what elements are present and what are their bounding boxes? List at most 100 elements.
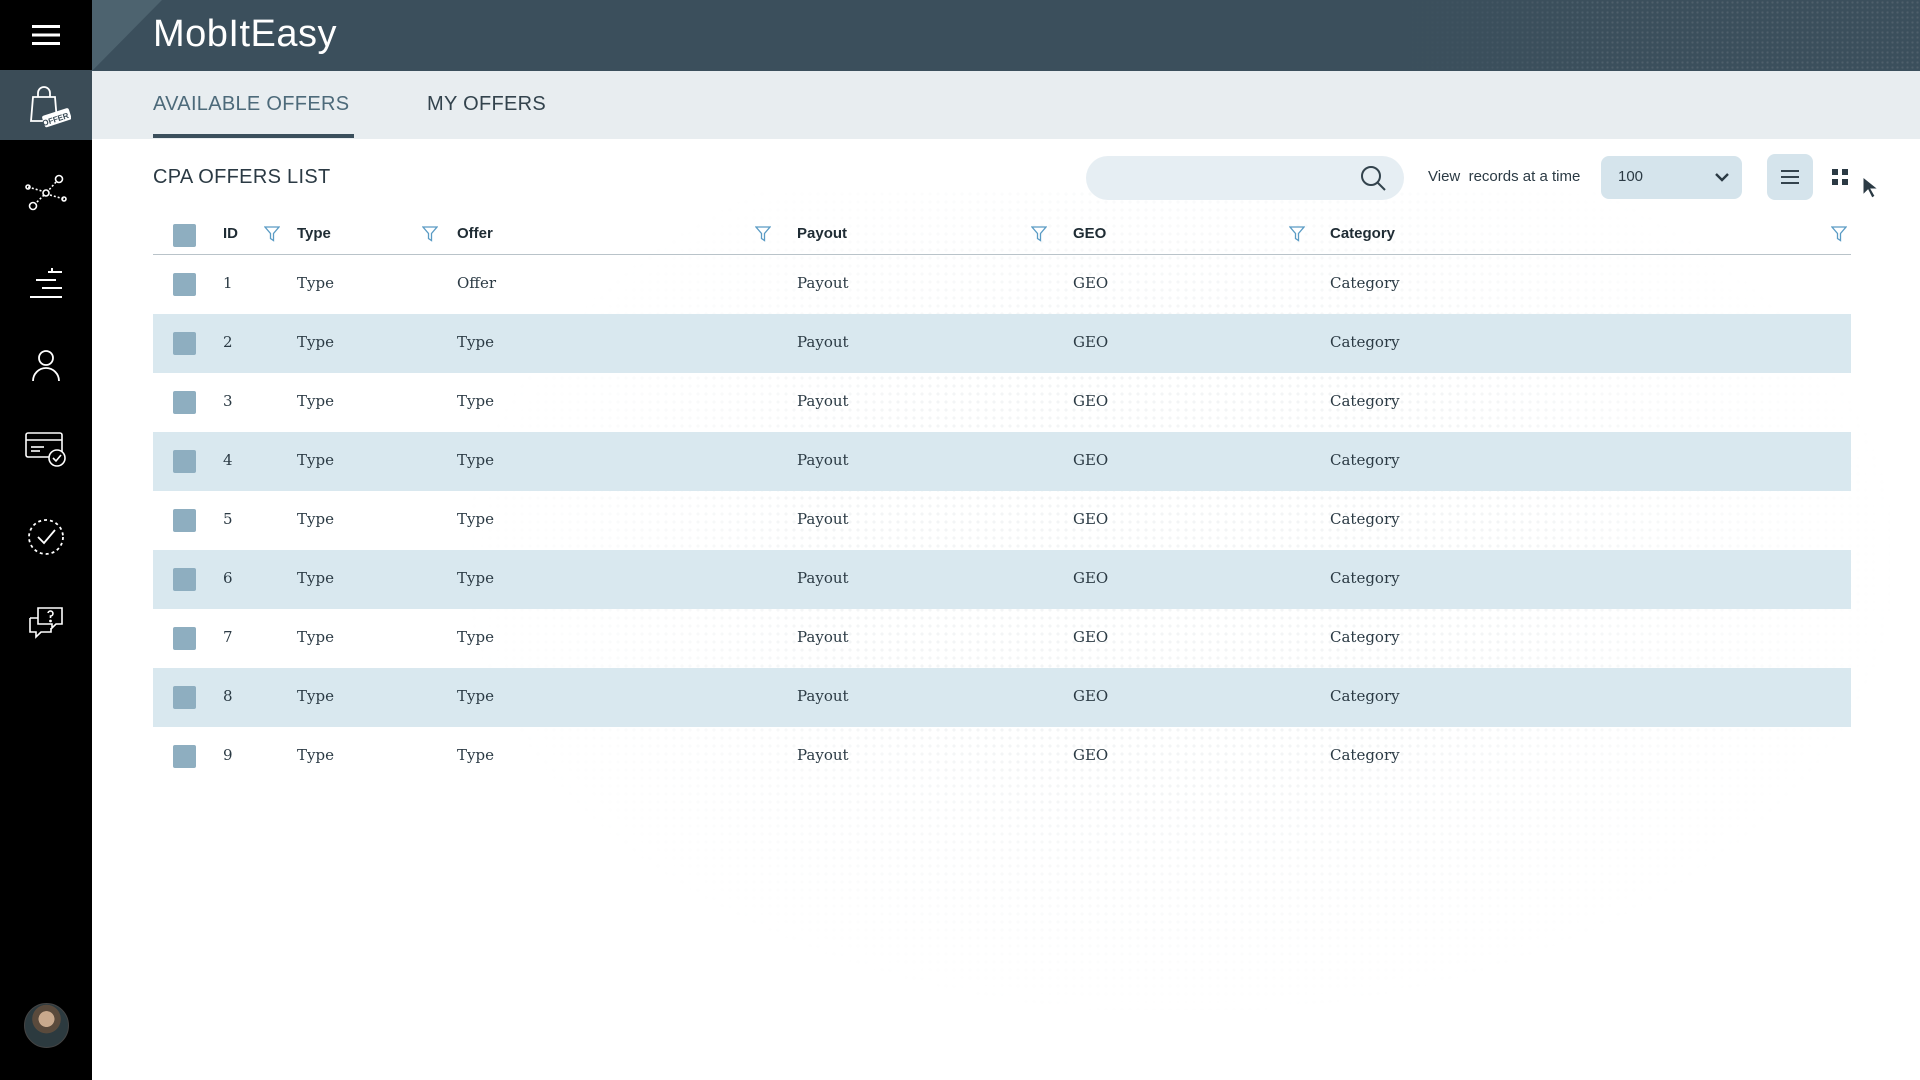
row-checkbox[interactable] [173, 568, 196, 591]
cell-geo: GEO [1073, 687, 1109, 705]
filter-id-icon[interactable] [264, 226, 280, 242]
column-header-payout[interactable]: Payout [797, 225, 847, 242]
row-checkbox[interactable] [173, 273, 196, 296]
cell-offer: Type [457, 392, 494, 410]
cell-category: Category [1330, 687, 1400, 705]
filter-payout-icon[interactable] [1031, 226, 1047, 242]
table-row[interactable]: 1 Type Offer Payout GEO Category [153, 255, 1851, 314]
header-accent [92, 0, 162, 71]
cell-type: Type [297, 274, 334, 292]
table-row[interactable]: 3 Type Type Payout GEO Category [153, 373, 1851, 432]
filter-type-icon[interactable] [422, 226, 438, 242]
cell-type: Type [297, 510, 334, 528]
sidebar-item-support[interactable] [0, 588, 92, 658]
list-title: CPA OFFERS LIST [153, 166, 331, 188]
cell-geo: GEO [1073, 746, 1109, 764]
table-row[interactable]: 9 Type Type Payout GEO Category [153, 727, 1851, 786]
cell-category: Category [1330, 510, 1400, 528]
row-checkbox[interactable] [173, 450, 196, 473]
filter-geo-icon[interactable] [1289, 226, 1305, 242]
cell-geo: GEO [1073, 569, 1109, 587]
cell-id: 4 [223, 451, 233, 469]
user-icon [32, 350, 60, 382]
cell-type: Type [297, 687, 334, 705]
row-checkbox[interactable] [173, 391, 196, 414]
cell-type: Type [297, 392, 334, 410]
grid-view-icon [1832, 169, 1848, 185]
cell-offer: Type [457, 569, 494, 587]
cell-id: 1 [223, 274, 233, 292]
header-world-map [1400, 0, 1920, 71]
sidebar-item-stats[interactable] [0, 250, 92, 320]
sidebar: OFFER [0, 0, 92, 1080]
row-checkbox[interactable] [173, 686, 196, 709]
records-per-page-label: View records at a time [1428, 168, 1581, 185]
cell-id: 8 [223, 687, 233, 705]
cell-type: Type [297, 628, 334, 646]
tab-bar: AVAILABLE OFFERS MY OFFERS [92, 71, 1920, 139]
sidebar-item-billing[interactable] [0, 414, 92, 484]
cell-id: 2 [223, 333, 233, 351]
grid-view-button[interactable] [1820, 156, 1860, 198]
row-checkbox[interactable] [173, 332, 196, 355]
filter-offer-icon[interactable] [755, 226, 771, 242]
table-row[interactable]: 7 Type Type Payout GEO Category [153, 609, 1851, 668]
table-row[interactable]: 2 Type Type Payout GEO Category [153, 314, 1851, 373]
app-title: MobItEasy [153, 13, 338, 55]
tab-my-offers[interactable]: MY OFFERS [427, 93, 546, 116]
cell-geo: GEO [1073, 392, 1109, 410]
cell-geo: GEO [1073, 510, 1109, 528]
cell-offer: Type [457, 510, 494, 528]
column-header-category[interactable]: Category [1330, 225, 1395, 242]
cell-geo: GEO [1073, 274, 1109, 292]
cell-type: Type [297, 333, 334, 351]
search-icon[interactable] [1359, 164, 1387, 192]
sidebar-item-offers[interactable]: OFFER [0, 70, 92, 140]
cell-offer: Type [457, 451, 494, 469]
cell-geo: GEO [1073, 333, 1109, 351]
table-row[interactable]: 5 Type Type Payout GEO Category [153, 491, 1851, 550]
row-checkbox[interactable] [173, 509, 196, 532]
check-circle-icon [28, 519, 64, 555]
sidebar-item-user[interactable] [0, 330, 92, 400]
records-per-page-select[interactable]: 100 [1601, 156, 1742, 199]
sidebar-item-links[interactable] [0, 158, 92, 228]
list-view-button[interactable] [1767, 154, 1813, 200]
filter-category-icon[interactable] [1831, 226, 1847, 242]
cell-payout: Payout [797, 392, 849, 410]
offers-table: ID Type Offer Payout GEO Category 1 Type… [153, 215, 1851, 786]
column-header-id[interactable]: ID [223, 225, 238, 242]
hamburger-menu-button[interactable] [0, 0, 92, 70]
list-view-icon [1781, 170, 1799, 184]
cell-payout: Payout [797, 333, 849, 351]
sidebar-item-tasks[interactable] [0, 502, 92, 572]
column-header-geo[interactable]: GEO [1073, 225, 1106, 242]
tab-available-offers[interactable]: AVAILABLE OFFERS [153, 93, 349, 116]
cell-type: Type [297, 569, 334, 587]
cell-payout: Payout [797, 569, 849, 587]
column-header-offer[interactable]: Offer [457, 225, 493, 242]
avatar[interactable] [24, 1003, 69, 1048]
hamburger-icon [32, 25, 60, 45]
app-header: MobItEasy [92, 0, 1920, 71]
records-per-page-value: 100 [1618, 168, 1644, 185]
cell-geo: GEO [1073, 451, 1109, 469]
cell-payout: Payout [797, 451, 849, 469]
cell-offer: Type [457, 333, 494, 351]
table-row[interactable]: 6 Type Type Payout GEO Category [153, 550, 1851, 609]
column-header-type[interactable]: Type [297, 225, 331, 242]
cell-category: Category [1330, 746, 1400, 764]
mouse-cursor-icon [1862, 176, 1880, 199]
table-row[interactable]: 4 Type Type Payout GEO Category [153, 432, 1851, 491]
cell-type: Type [297, 451, 334, 469]
chevron-down-icon [1715, 173, 1729, 182]
support-chat-icon [29, 607, 63, 639]
table-row[interactable]: 8 Type Type Payout GEO Category [153, 668, 1851, 727]
search-input[interactable] [1086, 156, 1404, 200]
row-checkbox[interactable] [173, 627, 196, 650]
cell-category: Category [1330, 392, 1400, 410]
row-checkbox[interactable] [173, 745, 196, 768]
cell-id: 9 [223, 746, 233, 764]
select-all-checkbox[interactable] [173, 224, 196, 247]
cell-payout: Payout [797, 274, 849, 292]
